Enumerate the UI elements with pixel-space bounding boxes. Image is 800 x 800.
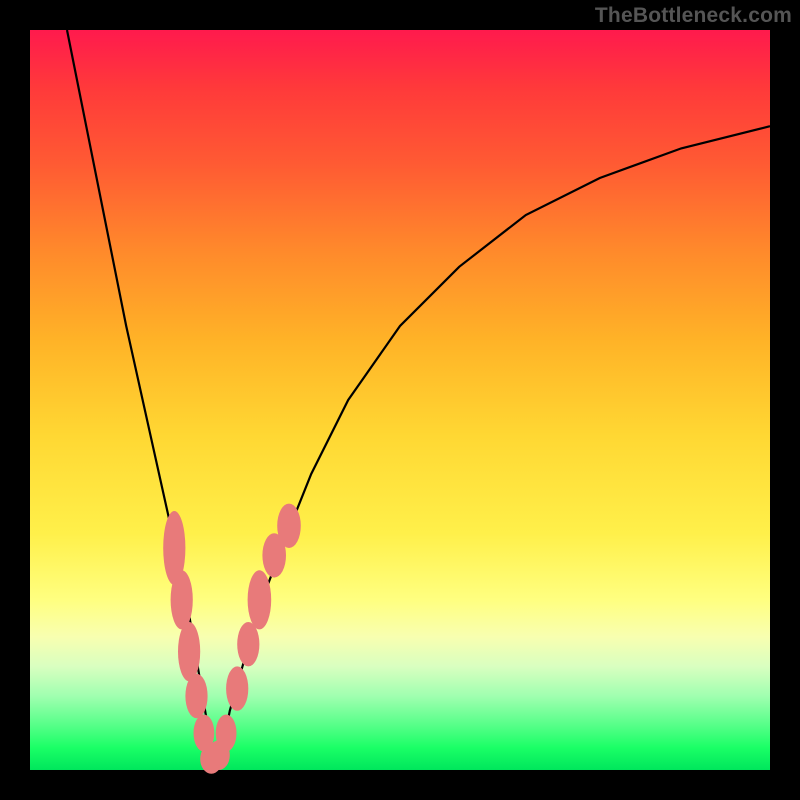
curve-marker <box>237 622 259 666</box>
marker-group <box>163 504 301 774</box>
curve-svg <box>30 30 770 770</box>
curve-marker <box>226 666 248 710</box>
curve-marker <box>178 622 200 681</box>
curve-marker <box>248 570 272 629</box>
plot-area <box>30 30 770 770</box>
curve-marker <box>171 570 193 629</box>
curve-marker <box>216 715 237 752</box>
outer-frame: TheBottleneck.com <box>0 0 800 800</box>
curve-marker <box>277 504 301 548</box>
watermark-text: TheBottleneck.com <box>595 4 792 28</box>
curve-marker <box>185 674 207 718</box>
bottleneck-curve <box>67 30 770 763</box>
